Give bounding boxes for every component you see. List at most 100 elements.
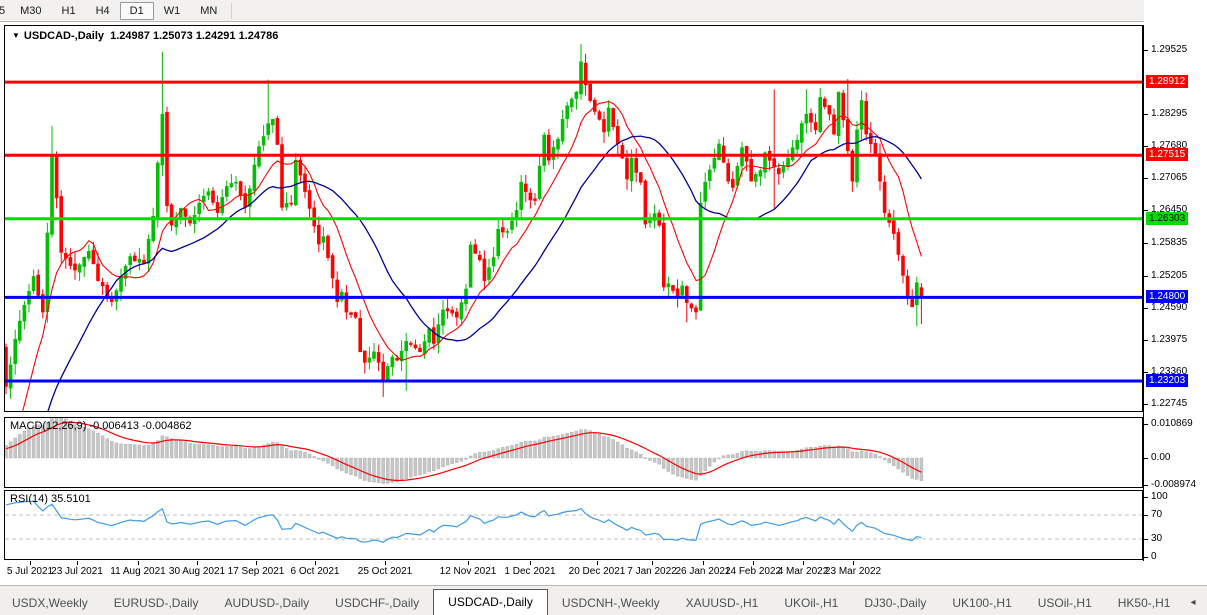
macd-axis-tick-label: 0.00 <box>1151 452 1170 463</box>
level-price-label: 1.28912 <box>1146 75 1188 88</box>
date-axis-label: 1 Dec 2021 <box>504 566 555 577</box>
level-price-label: 1.27515 <box>1146 148 1188 161</box>
timeframe-buttons: M30H1H4D1W1MN <box>10 2 227 20</box>
timeframe-button-h1[interactable]: H1 <box>52 2 86 20</box>
price-chart-pane[interactable] <box>4 25 1143 412</box>
date-tick <box>197 561 198 565</box>
rsi-label: RSI(14) 35.5101 <box>10 493 91 505</box>
tab-hk50-h1[interactable]: HK50-,H1 <box>1106 592 1183 615</box>
date-tick <box>30 561 31 565</box>
price-tick <box>1143 146 1148 147</box>
macd-axis-tick-label: -0.008974 <box>1151 479 1196 490</box>
date-tick <box>256 561 257 565</box>
date-tick <box>530 561 531 565</box>
price-axis-tick-label: 1.28295 <box>1151 108 1187 119</box>
date-tick <box>703 561 704 565</box>
date-tick <box>77 561 78 565</box>
date-axis-label: 11 Aug 2021 <box>110 566 165 577</box>
tab-usdcad-daily[interactable]: USDCAD-,Daily <box>433 589 548 615</box>
date-axis-label: 20 Dec 2021 <box>569 566 626 577</box>
date-tick <box>803 561 804 565</box>
tab-xauusd-h1[interactable]: XAUUSD-,H1 <box>674 592 771 615</box>
date-axis-label: 30 Aug 2021 <box>169 566 225 577</box>
price-axis[interactable]: 1.295251.282951.276801.270651.264501.258… <box>1144 0 1207 584</box>
macd-axis-tick-label: 0.010869 <box>1151 418 1193 429</box>
price-axis-tick-label: 1.22745 <box>1151 398 1187 409</box>
tab-audusd-daily[interactable]: AUDUSD-,Daily <box>212 592 321 615</box>
price-tick <box>1143 404 1148 405</box>
date-axis-label: 4 Mar 2022 <box>778 566 829 577</box>
timeframe-button-partial[interactable]: 5 <box>0 2 10 20</box>
macd-tick <box>1143 424 1148 425</box>
tab-usdcnh-weekly[interactable]: USDCNH-,Weekly <box>550 592 672 615</box>
price-chart-canvas[interactable] <box>5 26 1142 411</box>
symbol-tab-bar: USDX,WeeklyEURUSD-,DailyAUDUSD-,DailyUSD… <box>0 585 1207 615</box>
timeframe-button-d1[interactable]: D1 <box>120 2 154 20</box>
rsi-tick <box>1143 497 1148 498</box>
date-tick <box>385 561 386 565</box>
price-axis-tick-label: 1.25835 <box>1151 237 1187 248</box>
macd-tick <box>1143 458 1148 459</box>
toolbar-separator <box>231 3 232 19</box>
price-tick <box>1143 372 1148 373</box>
date-tick <box>853 561 854 565</box>
rsi-axis-tick-label: 30 <box>1151 533 1162 544</box>
timeframe-button-m30[interactable]: M30 <box>10 2 51 20</box>
price-axis-tick-label: 1.27065 <box>1151 172 1187 183</box>
chart-symbol-label: USDCAD-,Daily <box>24 30 104 42</box>
price-tick <box>1143 114 1148 115</box>
level-price-label: 1.23203 <box>1146 374 1188 387</box>
date-axis-label: 12 Nov 2021 <box>440 566 497 577</box>
rsi-tick <box>1143 539 1148 540</box>
rsi-axis-tick-label: 100 <box>1151 491 1168 502</box>
price-axis-tick-label: 1.24590 <box>1151 302 1187 313</box>
tab-eurusd-daily[interactable]: EURUSD-,Daily <box>102 592 211 615</box>
date-axis-label: 6 Oct 2021 <box>291 566 340 577</box>
price-tick <box>1143 308 1148 309</box>
date-tick <box>138 561 139 565</box>
rsi-axis-tick-label: 70 <box>1151 509 1162 520</box>
price-tick <box>1143 50 1148 51</box>
trading-terminal-window: 5 M30H1H4D1W1MN ▼ USDCAD-,Daily 1.24987 1… <box>0 0 1207 615</box>
timeframe-button-w1[interactable]: W1 <box>154 2 191 20</box>
date-axis-label: 7 Jan 2022 <box>627 566 677 577</box>
price-tick <box>1143 340 1148 341</box>
date-axis-label: 23 Mar 2022 <box>825 566 881 577</box>
date-tick <box>652 561 653 565</box>
scroll-tabs-left-button[interactable]: ◂ <box>1184 593 1201 615</box>
tab-usoil-h1[interactable]: USOil-,H1 <box>1026 592 1104 615</box>
price-axis-tick-label: 1.25205 <box>1151 270 1187 281</box>
timeframe-button-h4[interactable]: H4 <box>86 2 120 20</box>
chart-dropdown-icon[interactable]: ▼ <box>12 31 20 40</box>
chart-ohlc-values: 1.24987 1.25073 1.24291 1.24786 <box>110 30 278 42</box>
date-axis-label: 14 Feb 2022 <box>725 566 781 577</box>
rsi-canvas[interactable] <box>5 491 1142 559</box>
tab-dj30-daily[interactable]: DJ30-,Daily <box>852 592 938 615</box>
tab-ukoil-h1[interactable]: UKOil-,H1 <box>772 592 850 615</box>
rsi-tick <box>1143 557 1148 558</box>
date-axis-label: 23 Jul 2021 <box>51 566 103 577</box>
price-axis-tick-label: 1.29525 <box>1151 44 1187 55</box>
price-tick <box>1143 243 1148 244</box>
date-axis-label: 17 Sep 2021 <box>228 566 285 577</box>
rsi-indicator-pane[interactable] <box>4 490 1143 560</box>
chart-title: ▼ USDCAD-,Daily 1.24987 1.25073 1.24291 1… <box>12 30 278 42</box>
date-tick <box>597 561 598 565</box>
macd-label: MACD(12,26,9) -0.006413 -0.004862 <box>10 420 192 432</box>
date-axis-label: 5 Jul 2021 <box>7 566 53 577</box>
date-tick <box>315 561 316 565</box>
rsi-tick <box>1143 515 1148 516</box>
price-tick <box>1143 210 1148 211</box>
scroll-tabs-right-button[interactable]: ▸ <box>1201 593 1207 615</box>
date-tick <box>468 561 469 565</box>
price-axis-tick-label: 1.23975 <box>1151 334 1187 345</box>
timeframe-button-mn[interactable]: MN <box>190 2 227 20</box>
tab-usdchf-daily[interactable]: USDCHF-,Daily <box>323 592 431 615</box>
price-tick <box>1143 276 1148 277</box>
tab-usdx-weekly[interactable]: USDX,Weekly <box>0 592 100 615</box>
macd-tick <box>1143 485 1148 486</box>
tab-uk100-h1[interactable]: UK100-,H1 <box>940 592 1023 615</box>
level-price-label: 1.26303 <box>1146 212 1188 225</box>
date-axis[interactable]: 5 Jul 202123 Jul 2021 11 Aug 2021 30 Aug 2… <box>0 561 1207 585</box>
level-price-label: 1.24800 <box>1146 290 1188 303</box>
